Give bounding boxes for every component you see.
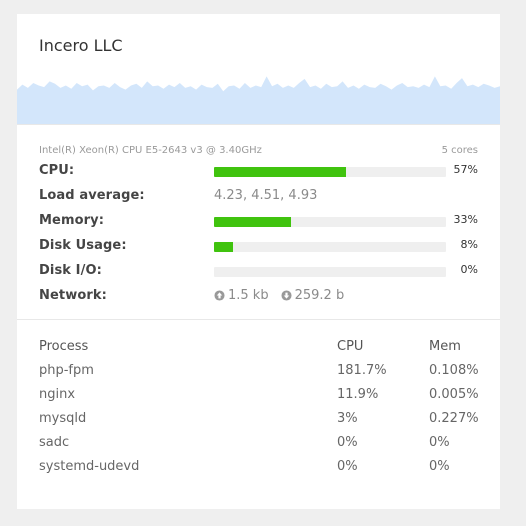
memory-percent: 33% xyxy=(453,213,478,226)
metric-disk-io: Disk I/O: 0% xyxy=(39,260,478,285)
metric-memory: Memory: 33% xyxy=(39,210,478,235)
upload-icon xyxy=(214,290,225,301)
process-mem: 0.005% xyxy=(429,387,479,402)
process-mem: 0% xyxy=(429,459,450,474)
process-cpu: 181.7% xyxy=(337,363,387,378)
network-up: 1.5 kb xyxy=(228,288,269,303)
server-card: Incero LLC Intel(R) Xeon(R) CPU E5-2643 … xyxy=(17,14,500,509)
divider xyxy=(17,319,500,320)
server-name[interactable]: Incero LLC xyxy=(39,36,123,55)
metric-network: Network: 1.5 kb 259.2 b xyxy=(39,285,478,310)
cpu-percent: 57% xyxy=(453,163,478,176)
cpu-model: Intel(R) Xeon(R) CPU E5-2643 v3 @ 3.40GH… xyxy=(39,145,262,156)
process-name: mysqld xyxy=(39,411,87,426)
process-row: systemd-udevd 0% 0% xyxy=(39,459,478,483)
network-label: Network: xyxy=(39,288,107,303)
mem-header: Mem xyxy=(429,339,461,354)
divider xyxy=(17,124,500,125)
process-mem: 0.108% xyxy=(429,363,479,378)
memory-bar xyxy=(214,217,446,227)
process-header: Process xyxy=(39,339,89,354)
process-row: sadc 0% 0% xyxy=(39,435,478,459)
process-cpu: 3% xyxy=(337,411,358,426)
process-table: Process CPU Mem php-fpm 181.7% 0.108% ng… xyxy=(39,339,479,483)
metric-disk-usage: Disk Usage: 8% xyxy=(39,235,478,260)
server-header: Incero LLC xyxy=(17,14,500,124)
disk-io-bar xyxy=(214,267,446,277)
load-label: Load average: xyxy=(39,188,145,203)
disk-io-label: Disk I/O: xyxy=(39,263,102,278)
process-name: nginx xyxy=(39,387,76,402)
disk-usage-label: Disk Usage: xyxy=(39,238,127,253)
metrics-list: CPU: 57% Load average: 4.23, 4.51, 4.93 … xyxy=(39,160,478,310)
disk-usage-percent: 8% xyxy=(460,238,478,251)
sparkline-area xyxy=(17,76,500,124)
load-value: 4.23, 4.51, 4.93 xyxy=(214,188,318,203)
cpu-model-line: Intel(R) Xeon(R) CPU E5-2643 v3 @ 3.40GH… xyxy=(39,145,478,160)
process-name: sadc xyxy=(39,435,70,450)
memory-label: Memory: xyxy=(39,213,105,228)
process-cpu: 0% xyxy=(337,459,358,474)
process-row: mysqld 3% 0.227% xyxy=(39,411,479,435)
metric-load: Load average: 4.23, 4.51, 4.93 xyxy=(39,185,478,210)
process-row: php-fpm 181.7% 0.108% xyxy=(39,363,479,387)
cpu-cores: 5 cores xyxy=(441,145,478,156)
disk-io-percent: 0% xyxy=(460,263,478,276)
network-down: 259.2 b xyxy=(294,288,345,303)
cpu-bar-fill xyxy=(214,167,347,177)
disk-usage-bar-fill xyxy=(214,242,233,252)
disk-usage-bar xyxy=(214,242,446,252)
process-mem: 0.227% xyxy=(429,411,479,426)
process-row: nginx 11.9% 0.005% xyxy=(39,387,479,411)
download-icon xyxy=(281,290,292,301)
metric-cpu: CPU: 57% xyxy=(39,160,478,185)
cpu-bar xyxy=(214,167,446,177)
process-name: systemd-udevd xyxy=(39,459,140,474)
process-cpu: 0% xyxy=(337,435,358,450)
memory-bar-fill xyxy=(214,217,291,227)
process-header-row: Process CPU Mem xyxy=(39,339,478,363)
process-mem: 0% xyxy=(429,435,450,450)
cpu-label: CPU: xyxy=(39,163,75,178)
process-cpu: 11.9% xyxy=(337,387,379,402)
network-value: 1.5 kb 259.2 b xyxy=(214,288,344,303)
cpu-header: CPU xyxy=(337,339,364,354)
process-name: php-fpm xyxy=(39,363,94,378)
